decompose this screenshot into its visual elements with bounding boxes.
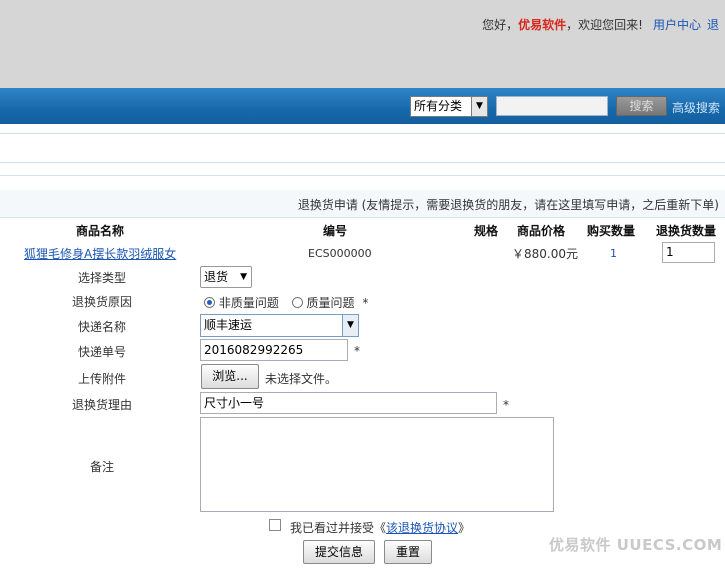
greeting-prefix: 您好， [482,18,519,32]
type-value: 退货 [204,270,229,284]
submit-button[interactable]: 提交信息 [303,540,375,564]
category-select[interactable]: 所有分类 ▼ [410,96,488,117]
notice-text: 退换货申请 (友情提示，需要退换货的朋友，请在这里填写申请，之后重新下单) [297,198,719,212]
reason-option-quality: 质量问题 [306,296,355,310]
reason-radio-group: 非质量问题 质量问题 * [204,294,368,311]
col-header-spec: 规格 [474,224,499,238]
reason-option-nonquality: 非质量问题 [218,296,279,310]
agree-statement: 我已看过并接受《该退换货协议》 [290,519,470,536]
col-header-price: 商品价格 [517,224,566,238]
agreement-link[interactable]: 该退换货协议 [386,521,458,535]
col-header-name: 商品名称 [76,224,125,238]
greeting-suffix: ，欢迎您回来! [566,18,643,32]
user-greeting: 您好，优易软件，欢迎您回来! 用户中心退 [482,16,719,33]
browse-button[interactable]: 浏览... [201,364,259,389]
top-bar: 您好，优易软件，欢迎您回来! 用户中心退 [0,0,725,88]
col-header-code: 编号 [323,224,348,238]
col-header-qty: 购买数量 [587,224,636,238]
reason-radio-nonquality[interactable] [204,297,215,308]
agree-text: 我已看过并接受《 [290,521,387,535]
reset-button[interactable]: 重置 [384,540,432,564]
tracking-label: 快递单号 [77,345,126,359]
return-reason-label: 退换货理由 [71,398,132,412]
return-qty-input[interactable]: 1 [662,242,715,263]
agree-end: 》 [458,521,471,535]
purchase-qty: 1 [610,247,617,260]
divider [0,175,725,176]
brand-name: 优易软件 [518,18,567,32]
type-label: 选择类型 [77,271,126,285]
required-mark: * [503,398,509,412]
note-textarea[interactable] [200,417,554,512]
search-button[interactable]: 搜索 [616,96,667,116]
courier-value: 顺丰速运 [204,318,253,332]
logout-link[interactable]: 退 [707,18,719,32]
divider [0,133,725,134]
search-bar: 所有分类 ▼ 搜索 高级搜索 [0,88,725,124]
type-select[interactable]: 退货 ▼ [200,266,252,288]
no-file-text: 未选择文件。 [265,372,338,386]
user-center-link[interactable]: 用户中心 [653,18,701,32]
return-reason-input[interactable]: 尺寸小一号 [200,392,497,414]
reason-label: 退换货原因 [71,295,132,309]
product-price: ￥880.00元 [512,247,578,261]
product-code: ECS000000 [308,247,372,260]
category-value: 所有分类 [414,99,463,113]
col-header-return-qty: 退换货数量 [656,224,717,238]
tracking-input[interactable]: 2016082992265 [200,339,348,361]
chevron-down-icon: ▼ [342,315,358,336]
chevron-down-icon: ▼ [240,272,247,282]
watermark-logo: 优易软件 UUECS.COM [549,536,723,554]
courier-label: 快递名称 [77,320,126,334]
chevron-down-icon: ▼ [471,97,487,116]
courier-select[interactable]: 顺丰速运 ▼ [200,314,359,337]
advanced-search-link[interactable]: 高级搜索 [672,99,720,116]
notice-bar: 退换货申请 (友情提示，需要退换货的朋友，请在这里填写申请，之后重新下单) [0,190,725,218]
upload-label: 上传附件 [77,372,126,386]
search-input[interactable] [496,96,608,116]
divider [0,162,725,163]
agree-checkbox[interactable] [269,519,281,531]
required-mark: * [354,344,360,358]
reason-radio-quality[interactable] [291,297,303,308]
product-name-link[interactable]: 狐狸毛修身A摆长款羽绒服女 [24,245,176,262]
note-label: 备注 [89,460,114,474]
required-mark: * [362,296,369,310]
